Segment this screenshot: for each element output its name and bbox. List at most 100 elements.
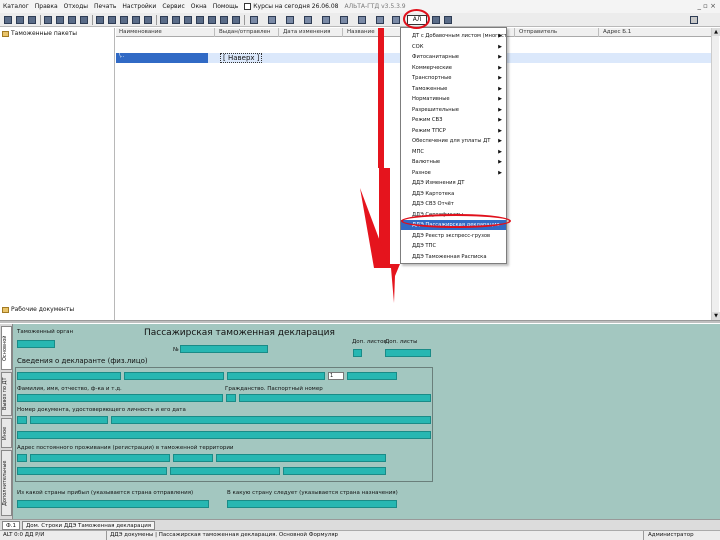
number-field[interactable] <box>180 345 268 353</box>
menu-item[interactable]: Нормативные ▶ <box>401 94 506 104</box>
doc-type-icon[interactable] <box>376 16 384 24</box>
settings-icon[interactable] <box>432 16 440 24</box>
tab-sheet-2[interactable]: Дом. Строки ДДЭ Таможенная декларация <box>22 521 156 530</box>
menu-item[interactable]: Режим ТПСР ▶ <box>401 126 506 136</box>
menu-item[interactable]: Обеспечение для уплаты ДТ ▶ <box>401 136 506 146</box>
menu-service[interactable]: Сервис <box>162 3 184 10</box>
menu-item[interactable]: ДДЭ Таможенная Расписка <box>401 252 506 262</box>
calculator-icon[interactable] <box>160 16 168 24</box>
doc-type-icon[interactable] <box>340 16 348 24</box>
id-date-field[interactable] <box>111 416 431 424</box>
address-country-field[interactable] <box>30 454 170 462</box>
column-header[interactable]: Адрес Б.1 <box>603 29 631 35</box>
pane-splitter[interactable] <box>0 320 720 323</box>
help-icon[interactable] <box>444 16 452 24</box>
tab-sheet-1[interactable]: Ф.1 <box>2 521 20 530</box>
menu-edit[interactable]: Правка <box>35 3 58 10</box>
doc-type-icon[interactable] <box>304 16 312 24</box>
address-house-field[interactable] <box>283 467 386 475</box>
menu-waste[interactable]: Отходы <box>64 3 88 10</box>
menu-item[interactable]: Режим СВЗ ▶ <box>401 115 506 125</box>
preview-icon[interactable] <box>144 16 152 24</box>
address-city-field[interactable] <box>17 467 167 475</box>
country-from-field[interactable] <box>17 500 209 508</box>
save-icon[interactable] <box>28 16 36 24</box>
doc-type-icon[interactable] <box>250 16 258 24</box>
menu-item[interactable]: МПС ▶ <box>401 147 506 157</box>
copy-icon[interactable] <box>56 16 64 24</box>
address-street-field[interactable] <box>170 467 280 475</box>
menu-item[interactable]: ДДЭ СВЗ Отчёт <box>401 199 506 209</box>
customs-field[interactable] <box>17 340 55 348</box>
tab-additional[interactable]: Дополнительные <box>1 450 12 516</box>
address-flag-field[interactable] <box>17 454 27 462</box>
doc-type-icon[interactable] <box>392 16 400 24</box>
checkbox-icon[interactable] <box>244 3 252 10</box>
address-region-field[interactable] <box>216 454 386 462</box>
surname-field[interactable] <box>17 372 121 380</box>
export-icon[interactable] <box>208 16 216 24</box>
chart-icon[interactable] <box>184 16 192 24</box>
menu-item[interactable]: ДДЭ Реестр экспресс-грузов <box>401 231 506 241</box>
doc-type-icon[interactable] <box>268 16 276 24</box>
window-controls[interactable]: _ ▫ × <box>697 2 716 10</box>
column-header[interactable]: Наименование <box>119 29 162 35</box>
print-icon[interactable] <box>132 16 140 24</box>
doc-type-icon[interactable] <box>358 16 366 24</box>
import-icon[interactable] <box>220 16 228 24</box>
menu-item[interactable]: Транспортные ▶ <box>401 73 506 83</box>
tab-export[interactable]: Вывоз по ДТ <box>1 372 12 416</box>
passport-type-field[interactable] <box>226 394 236 402</box>
tab-other[interactable]: Иное <box>1 418 12 448</box>
scroll-up-icon[interactable]: ▲ <box>712 28 720 36</box>
tree-node-working-docs[interactable]: Рабочие документы <box>2 306 74 313</box>
close-icon[interactable] <box>690 16 698 24</box>
paste-icon[interactable] <box>68 16 76 24</box>
country-to-field[interactable] <box>227 500 397 508</box>
menu-item[interactable]: Фитосанитарные ▶ <box>401 52 506 62</box>
additional-sheets-field[interactable] <box>353 349 362 357</box>
passport-number-field[interactable] <box>239 394 431 402</box>
citizenship-field[interactable] <box>17 394 223 402</box>
mail-icon[interactable] <box>196 16 204 24</box>
menu-item[interactable]: ДДЭ ТПС <box>401 241 506 251</box>
id-type-field[interactable] <box>17 416 27 424</box>
menu-item[interactable]: Коммерческие ▶ <box>401 63 506 73</box>
new-icon[interactable] <box>4 16 12 24</box>
calendar-icon[interactable] <box>172 16 180 24</box>
find-icon[interactable] <box>96 16 104 24</box>
scroll-down-icon[interactable]: ▼ <box>712 312 720 320</box>
rates-checkbox[interactable]: Курсы на сегодня 26.06.08 <box>244 3 338 10</box>
patronymic-field[interactable] <box>227 372 325 380</box>
open-icon[interactable] <box>16 16 24 24</box>
menu-item[interactable]: Разрешительные ▶ <box>401 105 506 115</box>
menu-catalog[interactable]: Каталог <box>3 3 29 10</box>
cut-icon[interactable] <box>44 16 52 24</box>
extra-sheets-field[interactable] <box>385 349 431 357</box>
address-index-field[interactable] <box>173 454 213 462</box>
sign-icon[interactable] <box>232 16 240 24</box>
up-level-cell[interactable]: [ Наверх ] <box>220 53 263 63</box>
menu-help[interactable]: Помощь <box>213 3 239 10</box>
delete-icon[interactable] <box>80 16 88 24</box>
id-issuer-field[interactable] <box>17 431 431 439</box>
column-header[interactable]: Выдан/отправлен <box>219 29 271 35</box>
menu-item[interactable]: Валютные ▶ <box>401 157 506 167</box>
birthdate-field[interactable] <box>347 372 397 380</box>
menu-settings[interactable]: Настройки <box>122 3 156 10</box>
menu-item[interactable]: ДДЭ Изменения ДТ <box>401 178 506 188</box>
gender-field[interactable]: 1 <box>328 372 344 380</box>
menu-item[interactable]: ДДЭ Картотека <box>401 189 506 199</box>
refresh-icon[interactable] <box>120 16 128 24</box>
menu-item[interactable]: ДТ с Добавочным листом (многостраничная … <box>401 31 506 41</box>
firstname-field[interactable] <box>124 372 224 380</box>
column-header[interactable]: Отправитель <box>519 29 557 35</box>
grid-scrollbar[interactable]: ▲ ▼ <box>711 28 720 320</box>
tab-main[interactable]: Основной <box>1 326 12 370</box>
column-header[interactable]: Дата изменения <box>283 29 330 35</box>
doc-type-icon[interactable] <box>322 16 330 24</box>
id-number-field[interactable] <box>30 416 108 424</box>
menu-item[interactable]: СОК ▶ <box>401 42 506 52</box>
menu-windows[interactable]: Окна <box>191 3 207 10</box>
doc-type-icon[interactable] <box>286 16 294 24</box>
